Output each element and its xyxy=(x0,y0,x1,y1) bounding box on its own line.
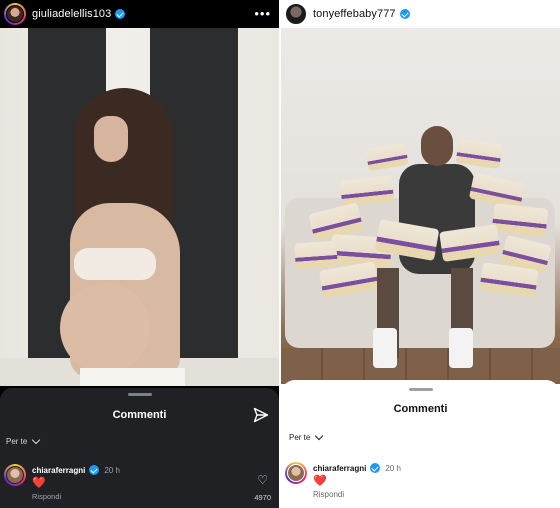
heart-outline-icon[interactable]: ♡ xyxy=(254,474,271,486)
post-username[interactable]: tonyeffebaby777 xyxy=(313,8,396,20)
comment-text: ❤️ xyxy=(313,475,327,487)
chevron-down-icon xyxy=(32,435,41,445)
drag-handle[interactable] xyxy=(408,388,433,391)
right-post-panel: tonyeffebaby777 Commenti Per te chiarafe… xyxy=(281,0,560,508)
post-header: giuliadelellis103 ••• xyxy=(0,0,279,28)
profile-avatar[interactable] xyxy=(4,3,26,25)
send-icon[interactable] xyxy=(253,407,269,423)
comments-sheet: Commenti Per te chiaraferragni 20 h ❤️ R… xyxy=(281,380,560,508)
sort-label: Per te xyxy=(289,433,311,442)
comment-item: chiaraferragni 20 h ❤️ Rispondi xyxy=(4,464,279,501)
verified-badge-icon xyxy=(89,465,100,475)
post-photo xyxy=(281,28,560,384)
post-photo xyxy=(0,28,279,386)
reply-button[interactable]: Rispondi xyxy=(313,490,401,499)
comment-like[interactable]: ♡ 4970 xyxy=(254,474,271,502)
comment-text: ❤️ xyxy=(32,477,46,489)
commenter-username[interactable]: chiaraferragni xyxy=(313,464,366,473)
sort-dropdown[interactable]: Per te xyxy=(289,431,324,442)
comment-time: 20 h xyxy=(385,463,401,473)
post-username[interactable]: giuliadelellis103 xyxy=(32,8,111,20)
like-count: 4970 xyxy=(254,493,271,502)
commenter-avatar[interactable] xyxy=(285,462,307,484)
commenter-avatar[interactable] xyxy=(4,464,26,486)
verified-badge-icon xyxy=(399,9,410,19)
left-post-panel: giuliadelellis103 ••• Commenti Per te ch… xyxy=(0,0,279,508)
comment-time: 20 h xyxy=(104,465,120,475)
verified-badge-icon xyxy=(370,463,381,473)
commenter-username[interactable]: chiaraferragni xyxy=(32,466,85,475)
comments-title: Commenti xyxy=(112,409,167,421)
more-horizontal-icon[interactable]: ••• xyxy=(254,6,271,21)
chevron-down-icon xyxy=(315,431,324,441)
sort-dropdown[interactable]: Per te xyxy=(6,435,41,446)
comment-item: chiaraferragni 20 h ❤️ Rispondi xyxy=(285,462,560,499)
profile-avatar[interactable] xyxy=(285,3,307,25)
comments-sheet: Commenti Per te chiaraferragni 20 h ❤️ R… xyxy=(0,388,279,508)
comments-title: Commenti xyxy=(393,403,448,415)
verified-badge-icon xyxy=(115,9,126,19)
reply-button[interactable]: Rispondi xyxy=(32,492,120,501)
drag-handle[interactable] xyxy=(127,393,152,396)
post-header: tonyeffebaby777 xyxy=(281,0,560,28)
sort-label: Per te xyxy=(6,437,28,446)
